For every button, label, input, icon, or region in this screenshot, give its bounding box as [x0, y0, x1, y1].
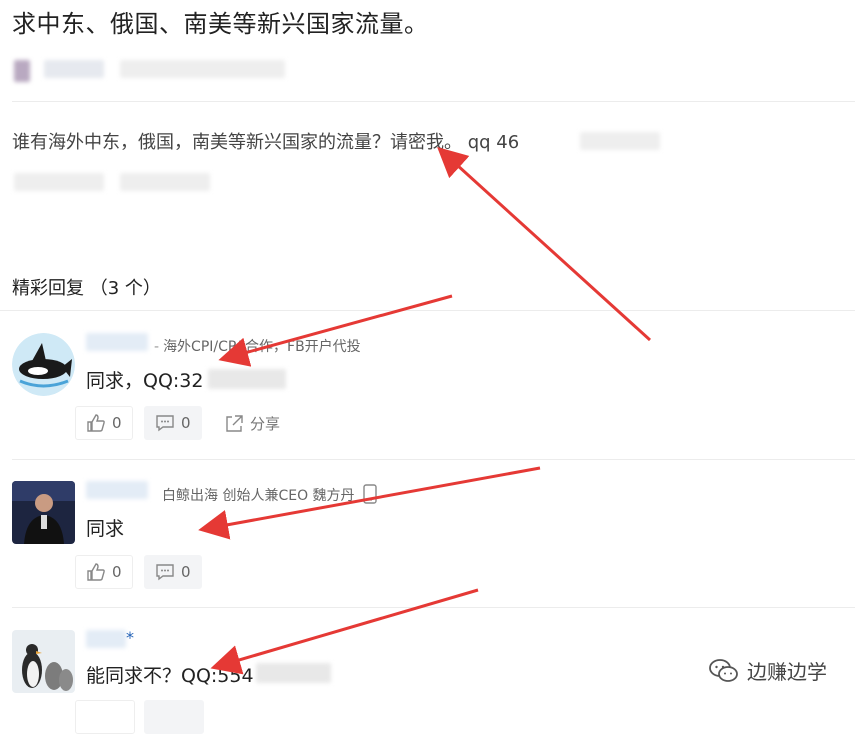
reply-author-tag: 白鲸出海 创始人兼CEO 魏方丹 [162, 488, 355, 504]
avatar[interactable] [12, 630, 75, 693]
wechat-icon [709, 658, 738, 682]
question-author-avatar [14, 60, 30, 82]
annotation-arrows [198, 146, 652, 675]
question-body-text: 谁有海外中东，俄国，南美等新兴国家的流量？请密我。 qq 46 [12, 132, 520, 153]
share-label: 分享 [250, 415, 281, 433]
reply-author-row: - 海外CPI/CPA合作，FB开户代投 [150, 336, 361, 356]
comment-count: 0 [181, 563, 191, 581]
avatar[interactable] [12, 481, 75, 544]
mobile-icon [363, 484, 377, 504]
thumbs-up-icon [87, 414, 105, 432]
thumbs-up-icon [87, 563, 105, 581]
avatar[interactable] [12, 333, 75, 396]
question-title: 求中东、俄国、南美等新兴国家流量。 [12, 10, 429, 38]
reply-comment: 同求 [86, 518, 125, 540]
comment-count: 0 [181, 414, 191, 432]
comment-icon [156, 564, 174, 581]
like-count: 0 [112, 414, 122, 432]
arrow-to-reply-3 [210, 588, 479, 675]
reply-author-name[interactable] [86, 333, 148, 351]
penguin-photo-icon [12, 630, 75, 693]
reply-author-name[interactable] [86, 630, 126, 648]
reply-author-name[interactable] [86, 481, 148, 499]
person-photo-icon [12, 481, 75, 544]
author-star: * [126, 628, 134, 647]
reply-comment: 能同求不？QQ:554 [86, 665, 254, 687]
question-views [120, 173, 210, 191]
share-icon [226, 414, 243, 432]
question-meta [120, 60, 285, 78]
replies-header: 精彩回复 （3 个） [12, 278, 161, 299]
comment-button[interactable] [144, 700, 204, 734]
like-button[interactable]: 0 [75, 555, 133, 589]
divider [12, 459, 855, 460]
divider [0, 310, 855, 311]
comment-icon [156, 415, 174, 432]
redacted-qq [256, 663, 331, 683]
like-button[interactable]: 0 [75, 406, 133, 440]
watermark: 边赚边学 [709, 656, 827, 685]
watermark-text: 边赚边学 [747, 660, 827, 684]
orca-avatar-icon [12, 333, 75, 396]
comment-button[interactable]: 0 [144, 406, 202, 440]
like-count: 0 [112, 563, 122, 581]
reply-author-row: 白鲸出海 创始人兼CEO 魏方丹 [162, 484, 377, 505]
comment-button[interactable]: 0 [144, 555, 202, 589]
reply-author-tag: 海外CPI/CPA合作，FB开户代投 [163, 339, 361, 355]
question-body: 谁有海外中东，俄国，南美等新兴国家的流量？请密我。 qq 46 [12, 128, 519, 154]
separator: - [154, 339, 160, 355]
redacted-qq [208, 369, 286, 389]
redacted-qq [580, 132, 660, 150]
reply-author-row: * [126, 628, 134, 647]
divider [12, 607, 855, 608]
divider [12, 101, 855, 102]
share-button[interactable]: 分享 [224, 413, 280, 434]
reply-comment: 同求，QQ:32 [86, 370, 204, 392]
question-author-name [44, 60, 104, 78]
like-button[interactable] [75, 700, 135, 734]
arrow-to-question [437, 146, 652, 342]
question-date [14, 173, 104, 191]
